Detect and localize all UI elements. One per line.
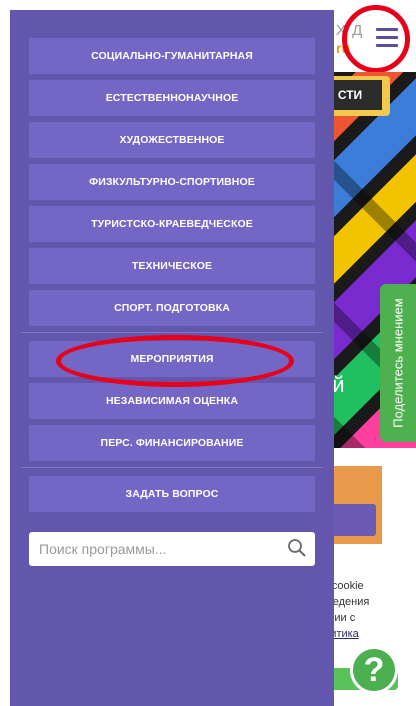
menu-item-artistic[interactable]: Художественное xyxy=(29,122,315,158)
feedback-tab-label: Поделитесь мнением xyxy=(390,298,406,428)
menu-item-tourism-local-history[interactable]: Туристско-краеведческое xyxy=(29,206,315,242)
help-button[interactable]: ? xyxy=(350,646,398,694)
menu-item-social-humanitarian[interactable]: Социально-гуманитарная xyxy=(29,38,315,74)
ask-question-button[interactable]: Задать вопрос xyxy=(29,476,315,512)
menu-item-personal-financing[interactable]: Перс. финансирование xyxy=(29,425,315,461)
menu-item-physical-sports[interactable]: Физкультурно-спортивное xyxy=(29,164,315,200)
highlight-circle-hamburger xyxy=(342,5,410,73)
menu-item-natural-science[interactable]: Естественнонаучное xyxy=(29,80,315,116)
menu-item-sports-training[interactable]: Спорт. подготовка xyxy=(29,290,315,326)
menu-item-independent-assessment[interactable]: Независимая оценка xyxy=(29,383,315,419)
question-mark-icon: ? xyxy=(363,650,385,689)
menu-divider-1 xyxy=(21,332,323,333)
program-search-input[interactable] xyxy=(37,536,281,562)
navigation-drawer: Социально-гуманитарная Естественнонаучно… xyxy=(10,10,334,706)
menu-divider-2 xyxy=(21,467,323,468)
menu-item-technical[interactable]: Техническое xyxy=(29,248,315,284)
search-icon[interactable] xyxy=(287,538,307,558)
program-search-box xyxy=(29,532,315,566)
drawer-menu: Социально-гуманитарная Естественнонаучно… xyxy=(21,38,323,518)
feedback-tab[interactable]: Поделитесь мнением xyxy=(380,284,416,442)
menu-item-events[interactable]: Мероприятия xyxy=(29,341,315,377)
